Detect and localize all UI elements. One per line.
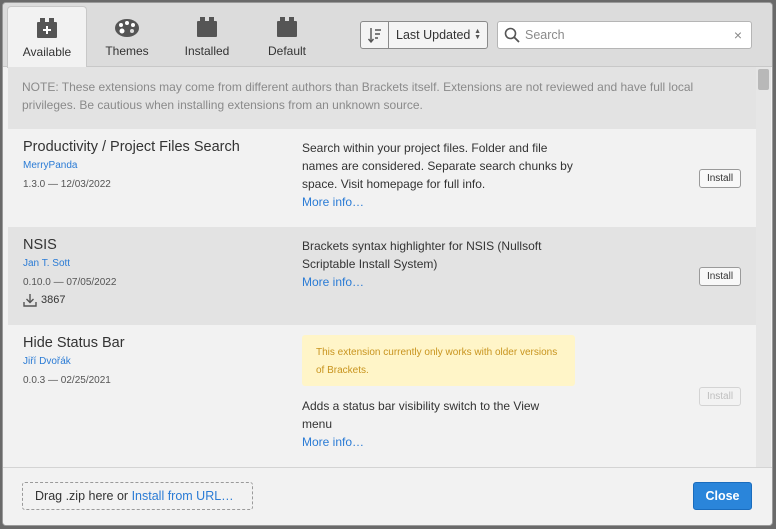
sort-icon bbox=[367, 28, 381, 43]
warning-note: NOTE: These extensions may come from dif… bbox=[8, 67, 756, 129]
sort-direction-button[interactable] bbox=[361, 22, 389, 48]
extension-version: 0.10.0 — 07/05/2022 bbox=[23, 277, 117, 288]
download-icon bbox=[23, 294, 37, 307]
tab-label: Default bbox=[267, 44, 307, 58]
search-icon bbox=[504, 27, 520, 43]
install-button: Install bbox=[699, 387, 741, 406]
extension-description: Search within your project files. Folder… bbox=[302, 139, 582, 211]
scrollbar[interactable] bbox=[756, 67, 771, 467]
extension-title: NSIS bbox=[23, 237, 57, 253]
extension-description: Adds a status bar visibility switch to t… bbox=[302, 397, 562, 451]
install-from-url-link[interactable]: Install from URL… bbox=[132, 489, 234, 503]
clear-search-icon[interactable]: × bbox=[734, 27, 742, 43]
sort-control: Last Updated ▲ ▼ bbox=[360, 21, 488, 49]
extension-manager-dialog: Available Themes Installed Default Last … bbox=[2, 2, 773, 526]
extension-author-link[interactable]: Jan T. Sott bbox=[23, 258, 70, 269]
toolbar: Available Themes Installed Default Last … bbox=[3, 3, 772, 68]
sort-selected-value: Last Updated bbox=[396, 28, 471, 42]
tab-default[interactable]: Default bbox=[247, 6, 327, 67]
tab-label: Available bbox=[22, 45, 72, 59]
extension-list: NOTE: These extensions may come from dif… bbox=[8, 67, 756, 467]
drop-zone[interactable]: Drag .zip here or Install from URL… bbox=[22, 482, 253, 510]
description-text: Search within your project files. Folder… bbox=[302, 141, 573, 191]
footer: Drag .zip here or Install from URL… Clos… bbox=[3, 467, 772, 525]
more-info-link[interactable]: More info… bbox=[302, 195, 364, 209]
extension-description: Brackets syntax highlighter for NSIS (Nu… bbox=[302, 237, 582, 291]
tab-label: Installed bbox=[184, 44, 230, 58]
more-info-link[interactable]: More info… bbox=[302, 275, 364, 289]
install-button[interactable]: Install bbox=[699, 169, 741, 188]
compatibility-warning: This extension currently only works with… bbox=[302, 335, 575, 386]
extension-row: Productivity / Project Files Search Merr… bbox=[8, 129, 756, 227]
download-count-value: 3867 bbox=[41, 294, 66, 306]
more-info-link[interactable]: More info… bbox=[302, 435, 364, 449]
search-box: × bbox=[497, 21, 752, 49]
description-text: Brackets syntax highlighter for NSIS (Nu… bbox=[302, 239, 542, 271]
tab-themes[interactable]: Themes bbox=[87, 6, 167, 67]
puzzle-add-icon bbox=[37, 18, 57, 38]
extension-row: NSIS Jan T. Sott 0.10.0 — 07/05/2022 386… bbox=[8, 227, 756, 325]
tab-available[interactable]: Available bbox=[7, 6, 87, 68]
extension-title: Hide Status Bar bbox=[23, 335, 125, 351]
sort-select[interactable]: Last Updated ▲ ▼ bbox=[389, 28, 487, 42]
extension-version: 0.0.3 — 02/25/2021 bbox=[23, 375, 111, 386]
tab-installed[interactable]: Installed bbox=[167, 6, 247, 67]
extension-row: Hide Status Bar Jiří Dvořák 0.0.3 — 02/2… bbox=[8, 325, 756, 467]
install-button[interactable]: Install bbox=[699, 267, 741, 286]
description-text: Adds a status bar visibility switch to t… bbox=[302, 399, 540, 431]
extension-title: Productivity / Project Files Search bbox=[23, 139, 240, 155]
puzzle-icon bbox=[197, 17, 217, 37]
search-input[interactable] bbox=[525, 26, 725, 44]
palette-icon bbox=[115, 19, 139, 37]
updown-chevron-icon: ▲ ▼ bbox=[474, 28, 481, 41]
extension-version: 1.3.0 — 12/03/2022 bbox=[23, 179, 111, 190]
puzzle-icon bbox=[277, 17, 297, 37]
extension-author-link[interactable]: MerryPanda bbox=[23, 160, 77, 171]
tab-label: Themes bbox=[105, 44, 149, 58]
download-count: 3867 bbox=[23, 293, 65, 307]
drop-zone-text: Drag .zip here or bbox=[35, 489, 132, 503]
extension-author-link[interactable]: Jiří Dvořák bbox=[23, 356, 71, 367]
close-button[interactable]: Close bbox=[693, 482, 752, 510]
scrollbar-thumb[interactable] bbox=[758, 69, 769, 90]
